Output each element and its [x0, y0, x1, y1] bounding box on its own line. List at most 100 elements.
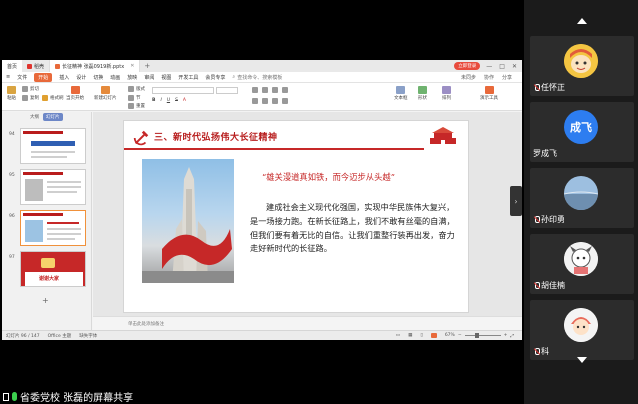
italic-icon[interactable]: I [160, 98, 161, 103]
landscape-avatar-icon [564, 176, 598, 210]
new-tab-button[interactable]: + [140, 62, 154, 70]
underline-icon[interactable]: U [167, 98, 170, 103]
current-slide[interactable]: 三、新时代弘扬伟大长征精神 “雄关漫道真如铁，而今迈步从头越” 建成社会主义现代… [123, 120, 469, 313]
font-name-input[interactable] [152, 87, 214, 94]
format-painter-button[interactable]: 格式刷 [42, 95, 64, 101]
shape-button[interactable]: 形状 [418, 86, 427, 101]
collaborate-button[interactable]: 协作 [484, 74, 494, 81]
slide-thumbnail-95[interactable] [20, 169, 86, 205]
minimize-icon[interactable]: — [486, 63, 492, 70]
copy-button[interactable]: 复制 [22, 95, 39, 101]
close-icon[interactable]: ✕ [512, 63, 517, 70]
tab-outline[interactable]: 大纲 [30, 114, 39, 120]
arrange-button[interactable]: 排列 [442, 86, 451, 101]
participant-tile[interactable]: 任怀正 [530, 36, 634, 96]
font-size-input[interactable] [216, 87, 238, 94]
participant-tile[interactable]: 科 [530, 300, 634, 360]
slide-thumbnail-94[interactable] [20, 128, 86, 164]
menu-view[interactable]: 视图 [161, 74, 171, 81]
bullets-icon[interactable] [252, 87, 258, 93]
participant-tile[interactable]: 成飞 罗成飞 [530, 102, 634, 162]
paste-button[interactable]: 粘贴 [7, 86, 16, 101]
close-tab-icon[interactable]: ✕ [130, 63, 134, 69]
indent-icon[interactable] [272, 87, 278, 93]
sorter-view-icon[interactable]: ▦ [408, 333, 412, 338]
thumb-line [47, 181, 81, 183]
menu-icon[interactable]: ≡ [6, 74, 10, 80]
participant-name: 任怀正 [541, 83, 565, 92]
align-left-icon[interactable] [252, 98, 258, 104]
zoom-in-icon[interactable]: + [504, 333, 508, 338]
tab-docer-label: 稻壳 [34, 63, 45, 70]
maximize-icon[interactable]: □ [499, 63, 505, 70]
menu-insert[interactable]: 插入 [59, 74, 69, 81]
thumb-number-97: 97 [9, 255, 15, 260]
shared-screen: 首页 稻壳 长征精神 张磊0919新.pptx ✕ + 立即登录 — □ ✕ ≡ … [0, 0, 524, 404]
menu-member[interactable]: 会员专享 [205, 74, 225, 81]
share-button[interactable]: 分享 [502, 74, 512, 81]
scroll-down-icon[interactable] [577, 357, 587, 363]
slide-thumbnail-96[interactable] [20, 210, 86, 246]
zoom-slider[interactable] [464, 333, 501, 338]
font-color-icon[interactable]: A [183, 98, 186, 103]
reading-view-icon[interactable]: ▯ [420, 333, 422, 338]
new-slide-button[interactable]: 新建幻灯片 [94, 86, 117, 101]
editor-body: 大纲 幻灯片 94 95 96 97 谢谢大家 + 三、新时代弘扬伟大长征精神 … [2, 112, 522, 330]
slide-thumbnail-97[interactable]: 谢谢大家 [20, 251, 86, 287]
zoom-out-icon[interactable]: − [458, 333, 462, 338]
slideshow-play-icon[interactable] [430, 333, 437, 338]
tab-docer[interactable]: 稻壳 [22, 60, 49, 72]
textbox-button[interactable]: 文本框 [394, 86, 408, 101]
cut-button[interactable]: 剪切 [22, 86, 39, 92]
paste-icon [7, 86, 16, 94]
menu-design[interactable]: 设计 [76, 74, 86, 81]
zoom-value: 67% [444, 333, 455, 338]
tab-slides[interactable]: 幻灯片 [43, 113, 63, 121]
numbering-icon[interactable] [262, 87, 268, 93]
scroll-up-icon[interactable] [577, 18, 587, 24]
cut-label: 剪切 [30, 87, 39, 92]
missing-font-indicator[interactable]: 缺失字体 [79, 333, 97, 339]
theme-name: Office 主题 [47, 333, 72, 339]
layout-icon [128, 86, 134, 92]
copy-icon [22, 95, 28, 101]
notes-pane[interactable]: 单击此处添加备注 [93, 316, 522, 330]
command-search[interactable]: ⌕ 查找命令、搜索模板 [232, 74, 282, 81]
present-tools-button[interactable]: 演示工具 [480, 86, 498, 101]
menu-transition[interactable]: 切换 [93, 74, 103, 81]
menu-devtools[interactable]: 开发工具 [178, 74, 198, 81]
participant-tile[interactable]: 孙印勇 [530, 168, 634, 228]
menu-start[interactable]: 开始 [34, 72, 53, 82]
justify-icon[interactable] [282, 98, 288, 104]
collapse-panel-button[interactable]: › [510, 186, 522, 216]
shape-icon [418, 86, 427, 94]
reset-label: 重置 [136, 104, 145, 109]
tab-home[interactable]: 首页 [2, 60, 23, 72]
avatar [564, 308, 598, 342]
strike-icon[interactable]: S [175, 98, 178, 103]
tab-file[interactable]: 长征精神 张磊0919新.pptx ✕ [49, 60, 141, 72]
menu-animation[interactable]: 动画 [110, 74, 120, 81]
add-slide-button[interactable]: + [42, 296, 49, 305]
menu-file[interactable]: 文件 [17, 74, 27, 81]
reset-icon [128, 103, 134, 109]
reset-button[interactable]: 重置 [128, 103, 145, 109]
zoom-slider-knob[interactable] [474, 333, 479, 338]
login-button[interactable]: 立即登录 [454, 62, 481, 70]
menu-review[interactable]: 审阅 [144, 74, 154, 81]
section-button[interactable]: 节 [128, 95, 141, 101]
align-center-icon[interactable] [262, 98, 268, 104]
fit-window-icon[interactable]: ⤢ [510, 333, 514, 339]
sync-status[interactable]: 未同步 [461, 74, 476, 81]
status-bar: 幻灯片 96 / 147 Office 主题 缺失字体 ▭ ▦ ▯ 67% − … [2, 330, 522, 340]
line-spacing-icon[interactable] [282, 87, 288, 93]
align-right-icon[interactable] [272, 98, 278, 104]
participant-tile[interactable]: 胡佳楠 [530, 234, 634, 294]
format-painter-label: 格式刷 [50, 96, 64, 101]
layout-button[interactable]: 版式 [128, 86, 145, 92]
normal-view-icon[interactable]: ▭ [396, 333, 400, 338]
bold-icon[interactable]: B [152, 98, 155, 103]
play-from-current-button[interactable]: 当页开始 [66, 86, 84, 101]
avatar: 成飞 [564, 110, 598, 144]
menu-slideshow[interactable]: 放映 [127, 74, 137, 81]
